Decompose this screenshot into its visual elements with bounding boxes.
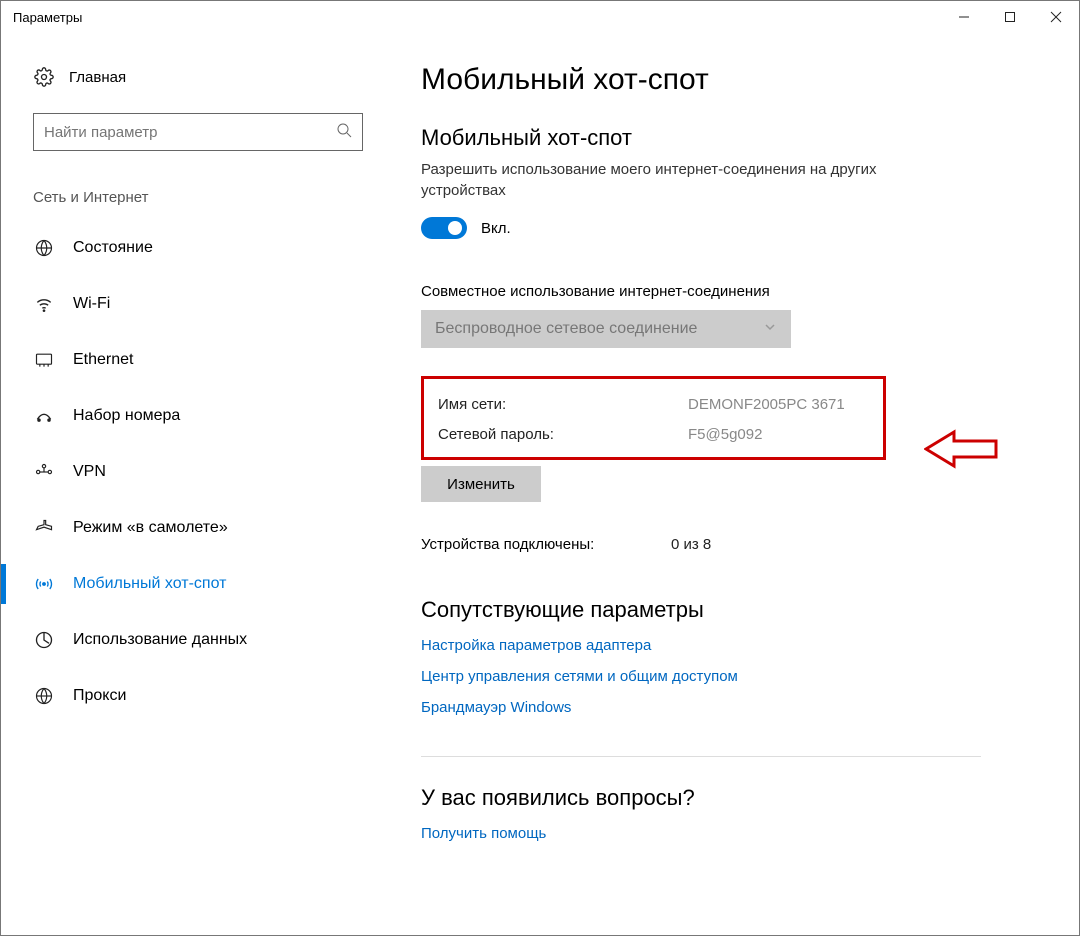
close-button[interactable] [1033, 1, 1079, 33]
sidebar-item-label: Мобильный хот-спот [73, 575, 226, 593]
window-title: Параметры [13, 10, 82, 25]
maximize-button[interactable] [987, 1, 1033, 33]
sidebar-item-vpn[interactable]: VPN [25, 444, 361, 500]
sidebar-item-wifi[interactable]: Wi-Fi [25, 276, 361, 332]
network-name-label: Имя сети: [438, 396, 688, 413]
sidebar-item-ethernet[interactable]: Ethernet [25, 332, 361, 388]
hotspot-heading: Мобильный хот-спот [421, 125, 1039, 151]
sidebar-group: Сеть и Интернет [25, 175, 361, 220]
share-label: Совместное использование интернет-соедин… [421, 283, 1039, 300]
data-usage-icon [33, 629, 55, 651]
network-password-value: F5@5g092 [688, 426, 762, 443]
hotspot-toggle-label: Вкл. [481, 220, 511, 237]
titlebar: Параметры [1, 1, 1079, 33]
sidebar-item-label: Набор номера [73, 407, 180, 425]
ethernet-icon [33, 349, 55, 371]
sidebar-item-label: Использование данных [73, 631, 247, 649]
hotspot-desc: Разрешить использование моего интернет-с… [421, 159, 921, 201]
hotspot-toggle[interactable] [421, 217, 467, 239]
connection-value: Беспроводное сетевое соединение [435, 320, 697, 338]
page-title: Мобильный хот-спот [421, 63, 1039, 97]
airplane-icon [33, 517, 55, 539]
home-link[interactable]: Главная [25, 57, 361, 97]
sidebar-item-dialup[interactable]: Набор номера [25, 388, 361, 444]
search-icon [336, 122, 352, 143]
vpn-icon [33, 461, 55, 483]
sidebar-item-label: VPN [73, 463, 106, 481]
hotspot-icon [33, 573, 55, 595]
connection-select: Беспроводное сетевое соединение [421, 310, 791, 348]
network-name-value: DEMONF2005PC 3671 [688, 396, 845, 413]
sidebar-item-label: Состояние [73, 239, 153, 257]
annotation-arrow-icon [924, 426, 1000, 477]
devices-value: 0 из 8 [671, 536, 711, 553]
devices-label: Устройства подключены: [421, 536, 671, 553]
chevron-down-icon [763, 320, 777, 339]
sidebar-item-datausage[interactable]: Использование данных [25, 612, 361, 668]
link-get-help[interactable]: Получить помощь [421, 825, 1039, 842]
sidebar-item-status[interactable]: Состояние [25, 220, 361, 276]
edit-button[interactable]: Изменить [421, 466, 541, 502]
sidebar-item-label: Wi-Fi [73, 295, 110, 313]
sidebar-item-label: Ethernet [73, 351, 133, 369]
search-input[interactable] [44, 124, 336, 141]
network-password-label: Сетевой пароль: [438, 426, 688, 443]
sidebar: Главная Сеть и Интернет Состояние Wi-Fi … [1, 33, 361, 935]
sidebar-item-airplane[interactable]: Режим «в самолете» [25, 500, 361, 556]
link-firewall[interactable]: Брандмауэр Windows [421, 699, 1039, 716]
divider [421, 756, 981, 757]
globe-icon [33, 237, 55, 259]
wifi-icon [33, 293, 55, 315]
home-label: Главная [69, 69, 126, 86]
help-heading: У вас появились вопросы? [421, 785, 1039, 811]
gear-icon [33, 66, 55, 88]
minimize-button[interactable] [941, 1, 987, 33]
sidebar-item-hotspot[interactable]: Мобильный хот-спот [25, 556, 361, 612]
sidebar-item-label: Режим «в самолете» [73, 519, 228, 537]
proxy-icon [33, 685, 55, 707]
main-content: Мобильный хот-спот Мобильный хот-спот Ра… [361, 33, 1079, 935]
link-adapter-settings[interactable]: Настройка параметров адаптера [421, 637, 1039, 654]
search-box[interactable] [33, 113, 363, 151]
sidebar-item-proxy[interactable]: Прокси [25, 668, 361, 724]
link-network-center[interactable]: Центр управления сетями и общим доступом [421, 668, 1039, 685]
related-heading: Сопутствующие параметры [421, 597, 1039, 623]
dialup-icon [33, 405, 55, 427]
sidebar-item-label: Прокси [73, 687, 126, 705]
network-info-box: Имя сети: DEMONF2005PC 3671 Сетевой паро… [421, 376, 886, 460]
